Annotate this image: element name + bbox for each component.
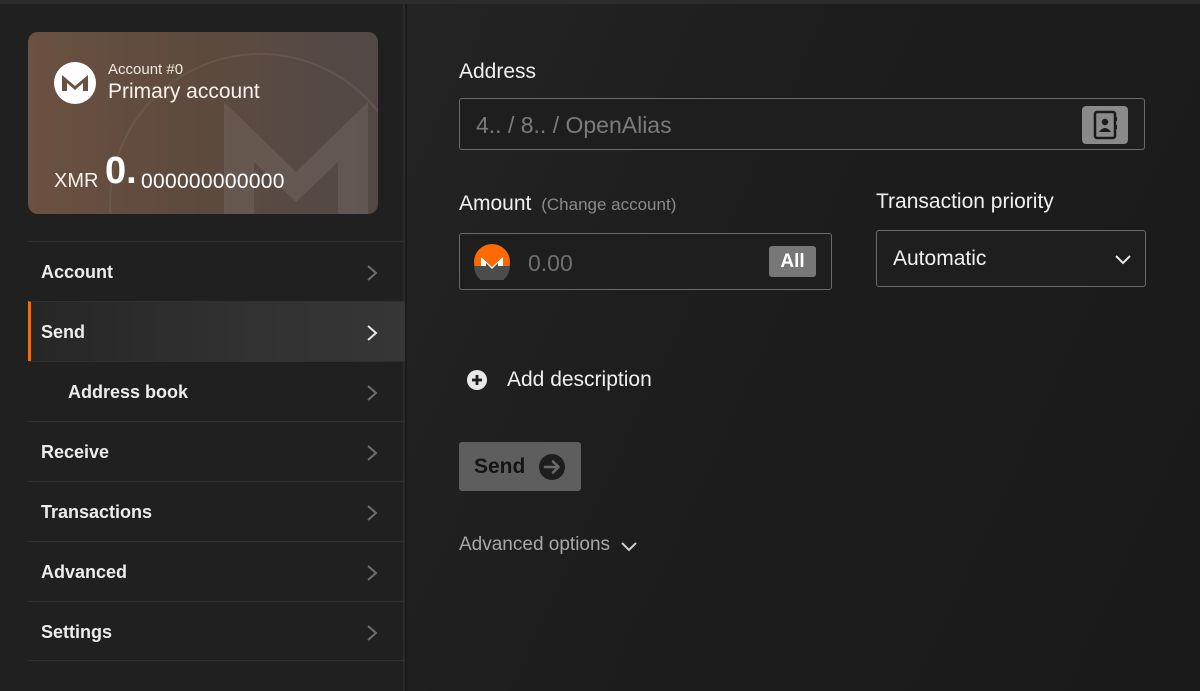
priority-label: Transaction priority	[876, 190, 1054, 213]
advanced-options-toggle[interactable]: Advanced options	[459, 534, 637, 560]
sidebar-item-label: Advanced	[41, 562, 128, 582]
sidebar-item-receive[interactable]: Receive	[28, 421, 405, 481]
send-button[interactable]: Send	[459, 442, 581, 491]
amount-label: Amount	[459, 192, 532, 215]
chevron-right-icon	[367, 265, 378, 281]
chevron-right-icon	[367, 385, 378, 401]
send-panel: Address Amount (Change account) All Tran…	[407, 4, 1200, 691]
sidebar-item-transactions[interactable]: Transactions	[28, 481, 405, 541]
balance-decimal: 000000000000	[141, 170, 285, 193]
account-name: Primary account	[108, 80, 260, 103]
address-input[interactable]	[474, 107, 1078, 143]
chevron-down-icon	[1115, 255, 1131, 265]
sidebar-item-label: Address book	[68, 382, 189, 402]
priority-value: Automatic	[893, 247, 987, 270]
chevron-right-icon	[367, 505, 378, 521]
address-field[interactable]	[459, 98, 1145, 150]
balance-integer: 0.	[105, 150, 137, 192]
priority-dropdown[interactable]: Automatic	[876, 230, 1146, 287]
monero-logo-icon	[54, 62, 96, 104]
address-book-button[interactable]	[1082, 106, 1128, 144]
chevron-down-icon	[621, 542, 637, 552]
xmr-coin-icon	[474, 244, 510, 280]
amount-input[interactable]	[526, 245, 750, 281]
sidebar-item-send[interactable]: Send	[28, 301, 405, 361]
address-label: Address	[459, 60, 537, 83]
sidebar-item-label: Transactions	[41, 502, 153, 522]
account-card[interactable]: Account #0 Primary account XMR 0. 000000…	[28, 32, 378, 214]
balance-currency: XMR	[54, 170, 99, 192]
change-account-link[interactable]: (Change account)	[541, 195, 676, 214]
chevron-right-icon	[367, 625, 378, 641]
amount-field[interactable]: All	[459, 233, 832, 290]
sidebar-item-advanced[interactable]: Advanced	[28, 541, 405, 601]
add-description-label: Add description	[507, 368, 652, 391]
arrow-right-circle-icon	[539, 454, 565, 480]
amount-label-row: Amount (Change account)	[459, 192, 676, 216]
sidebar-item-account[interactable]: Account	[28, 241, 405, 301]
chevron-right-icon	[367, 565, 378, 581]
address-book-icon	[1093, 110, 1117, 140]
plus-circle-icon	[467, 370, 487, 390]
sidebar-item-label: Receive	[41, 442, 110, 462]
sidebar-item-label: Settings	[41, 622, 113, 642]
all-button[interactable]: All	[769, 246, 816, 277]
chevron-right-icon	[367, 325, 378, 341]
advanced-options-label: Advanced options	[459, 534, 611, 555]
sidebar-menu: Account Send Address book Receive Transa…	[28, 241, 405, 661]
account-number: Account #0	[108, 61, 184, 78]
sidebar-item-label: Account	[41, 262, 113, 282]
sidebar-item-address-book[interactable]: Address book	[28, 361, 405, 421]
chevron-right-icon	[367, 445, 378, 461]
sidebar-item-label: Send	[41, 322, 86, 342]
sidebar-item-settings[interactable]: Settings	[28, 601, 405, 661]
send-button-label: Send	[474, 455, 526, 478]
sidebar: Account #0 Primary account XMR 0. 000000…	[0, 4, 405, 691]
